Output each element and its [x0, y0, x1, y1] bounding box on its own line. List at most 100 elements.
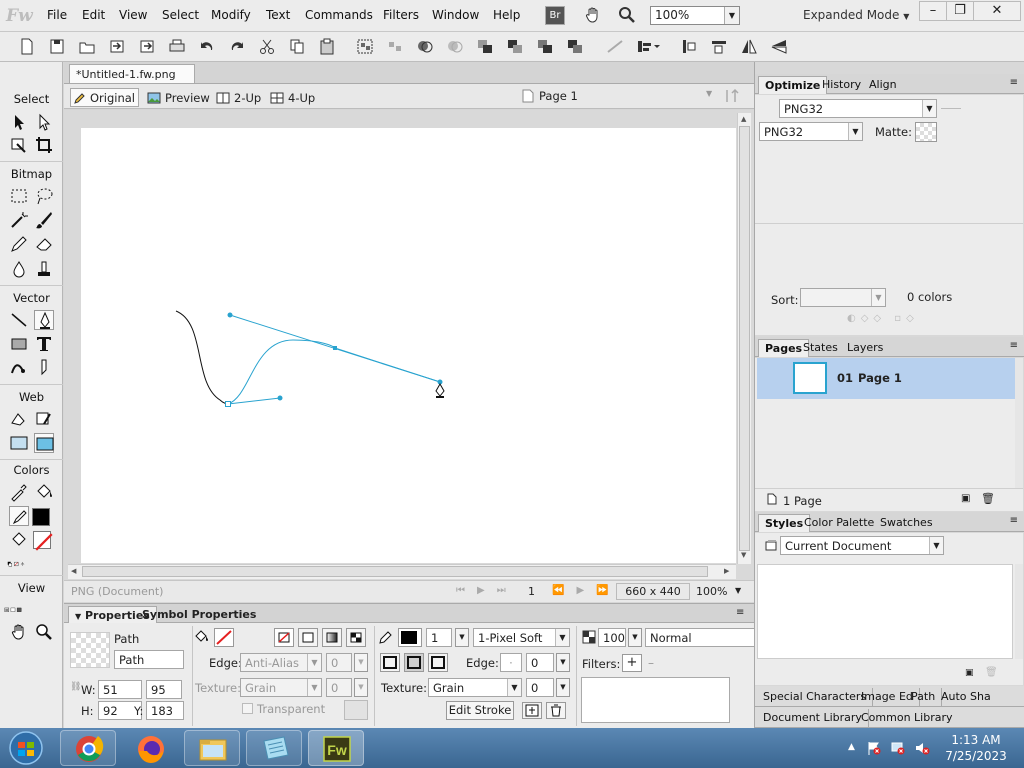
tab-history[interactable]: History	[816, 76, 867, 94]
cut-icon[interactable]	[258, 38, 276, 55]
add-filter-icon[interactable]: +	[622, 654, 642, 672]
scroll-left-icon[interactable]: ◀	[71, 567, 76, 575]
flip-vertical-icon[interactable]	[770, 38, 788, 55]
horizontal-scrollbar[interactable]: ◀ ▶	[68, 564, 736, 579]
tray-network-icon[interactable]	[890, 740, 906, 756]
pointer-icon[interactable]	[9, 112, 29, 132]
tab-color-palette[interactable]: Color Palette	[798, 514, 880, 532]
document-size[interactable]: 660 x 440	[616, 583, 690, 600]
hand-tool-icon[interactable]	[9, 622, 29, 642]
tray-expand-icon[interactable]: ▲	[848, 742, 855, 752]
bring-forward-icon[interactable]	[506, 38, 524, 55]
filters-list[interactable]	[581, 677, 730, 723]
export-icon[interactable]	[138, 38, 156, 55]
stroke-size-field[interactable]: 1	[426, 628, 452, 647]
split-icon[interactable]	[446, 38, 464, 55]
lasso-icon[interactable]	[34, 186, 54, 206]
playback-controls-icons[interactable]: ⏪▶⏩	[552, 585, 621, 596]
eyedropper-icon[interactable]	[9, 482, 29, 502]
rotate-cw-icon[interactable]	[710, 38, 728, 55]
stroke-texture-amount[interactable]: 0	[526, 678, 554, 697]
fill-gradient-button[interactable]	[322, 628, 342, 647]
restore-button[interactable]: ❐	[946, 1, 974, 21]
status-zoom[interactable]: 100%	[696, 585, 727, 598]
crop-icon[interactable]	[34, 135, 54, 155]
fill-color-swatch[interactable]	[33, 531, 53, 551]
system-clock[interactable]: 1:13 AM 7/25/2023	[936, 732, 1016, 764]
add-stroke-icon[interactable]	[522, 702, 542, 719]
hscroll-thumb[interactable]	[82, 566, 708, 577]
matte-color-swatch[interactable]	[915, 122, 937, 142]
taskbar-explorer[interactable]	[184, 730, 240, 766]
tray-volume-icon[interactable]	[914, 740, 930, 756]
stroke-color-swatch[interactable]	[32, 508, 50, 526]
paint-bucket-icon[interactable]	[34, 482, 54, 502]
export-format-select[interactable]: PNG32 ▼	[759, 122, 863, 141]
page-selector[interactable]: Page 1	[539, 89, 578, 103]
scroll-down-icon[interactable]: ▼	[741, 551, 746, 559]
fill-pattern-button[interactable]	[346, 628, 366, 647]
subselection-icon[interactable]	[34, 112, 54, 132]
vertical-scrollbar[interactable]: ▲ ▼	[737, 113, 751, 564]
delete-style-icon[interactable]: 🗑	[985, 667, 998, 678]
object-name-field[interactable]: Path	[114, 650, 184, 669]
tab-states[interactable]: States	[797, 339, 844, 357]
menu-edit[interactable]: Edit	[82, 8, 105, 22]
fill-none-button[interactable]	[274, 628, 294, 647]
text-icon[interactable]	[34, 334, 54, 354]
new-file-icon[interactable]	[18, 38, 36, 55]
import-icon[interactable]	[108, 38, 126, 55]
chevron-down-icon[interactable]: ▼	[556, 678, 570, 697]
fill-solid-button[interactable]	[298, 628, 318, 647]
menu-modify[interactable]: Modify	[211, 8, 251, 22]
slice-icon[interactable]	[34, 409, 54, 429]
stroke-texture-select[interactable]: Grain ▼	[428, 678, 522, 697]
open-icon[interactable]	[78, 38, 96, 55]
group-icon[interactable]	[356, 38, 374, 55]
view-original-button[interactable]: Original	[70, 88, 140, 107]
minimize-button[interactable]: –	[919, 1, 947, 21]
save-icon[interactable]	[48, 38, 66, 55]
page-row[interactable]: 01 Page 1	[757, 358, 1015, 399]
stroke-outside-button[interactable]	[428, 653, 448, 672]
rotate-ccw-icon[interactable]	[680, 38, 698, 55]
hotspot-icon[interactable]	[9, 409, 29, 429]
eraser-icon[interactable]	[34, 234, 54, 254]
taskbar-chrome[interactable]	[60, 730, 116, 766]
marquee-icon[interactable]	[9, 186, 29, 206]
brush-icon[interactable]	[34, 210, 54, 230]
knife-icon[interactable]	[34, 358, 54, 378]
width-field[interactable]: 51	[98, 680, 142, 699]
delete-stroke-icon[interactable]	[546, 702, 566, 719]
magic-wand-icon[interactable]	[9, 210, 29, 230]
styles-list[interactable]	[757, 564, 1013, 659]
delete-page-icon[interactable]: 🗑	[981, 492, 995, 505]
send-backward-icon[interactable]	[536, 38, 554, 55]
panel-menu-icon[interactable]: ≡	[1010, 77, 1018, 88]
page-settings-icon[interactable]	[724, 88, 742, 104]
hand-icon[interactable]	[584, 6, 602, 24]
lock-proportions-icon[interactable]: ⛓	[70, 682, 81, 692]
vector-path-drawing[interactable]	[81, 128, 736, 563]
tab-align[interactable]: Align	[863, 76, 903, 94]
view-2up-button[interactable]: 2-Up	[213, 88, 264, 107]
menu-select[interactable]: Select	[162, 8, 199, 22]
tab-auto-shape[interactable]: Auto Sha	[935, 688, 997, 706]
scroll-up-icon[interactable]: ▲	[741, 115, 746, 123]
view-4up-button[interactable]: 4-Up	[267, 88, 318, 107]
ungroup-icon[interactable]	[386, 38, 404, 55]
tab-layers[interactable]: Layers	[841, 339, 889, 357]
paste-icon[interactable]	[318, 38, 336, 55]
line-icon[interactable]	[9, 310, 29, 330]
pages-scrollbar[interactable]	[1015, 358, 1023, 488]
x-field[interactable]: 95	[146, 680, 182, 699]
chevron-down-icon[interactable]: ▼	[556, 653, 570, 672]
tab-common-library[interactable]: Common Library	[855, 709, 959, 727]
stroke-color-pencil-icon[interactable]	[9, 506, 29, 526]
bring-to-front-icon[interactable]	[476, 38, 494, 55]
bridge-button[interactable]: Br	[545, 6, 565, 25]
menu-commands[interactable]: Commands	[305, 8, 373, 22]
workspace-mode-select[interactable]: Expanded Mode ▼	[803, 8, 909, 22]
stroke-edge-amount[interactable]: 0	[526, 653, 554, 672]
edit-stroke-button[interactable]: Edit Stroke	[446, 701, 514, 720]
